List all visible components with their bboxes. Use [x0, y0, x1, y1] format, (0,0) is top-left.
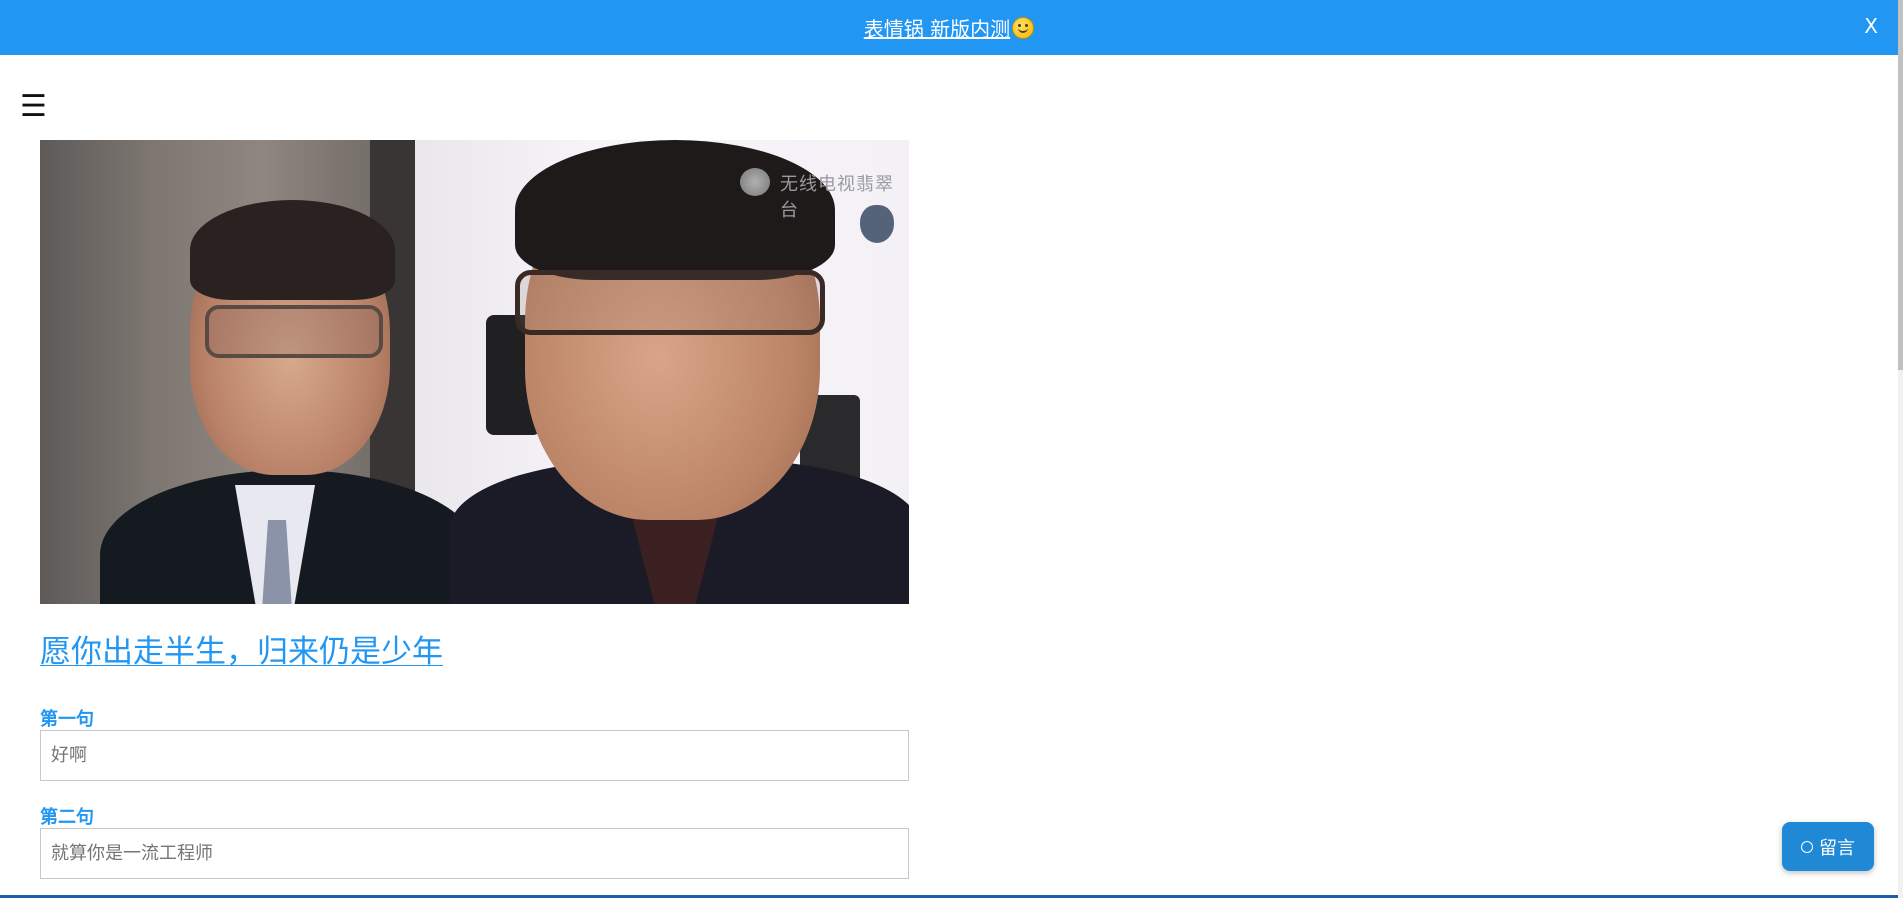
meme-image: 无线电视翡翠台 [40, 140, 909, 604]
second-line-input[interactable] [40, 828, 909, 879]
close-banner-button[interactable]: X [1864, 14, 1878, 38]
first-line-label: 第一句 [40, 709, 94, 730]
comment-button[interactable]: 留言 [1782, 822, 1874, 871]
apple-logo-icon [860, 205, 894, 243]
second-line-label: 第二句 [40, 807, 94, 828]
meme-title-link[interactable]: 愿你出走半生，归来仍是少年 [40, 626, 443, 671]
circle-icon [1801, 840, 1813, 853]
page-scrollbar[interactable] [1898, 0, 1903, 898]
first-line-input[interactable] [40, 730, 909, 781]
smiling-face-icon [1012, 16, 1035, 39]
tv-logo-icon [740, 168, 770, 196]
hamburger-menu-icon[interactable]: ☰ [20, 92, 47, 122]
promo-text: 表情锅 新版内测 [863, 17, 1011, 41]
announcement-banner: 表情锅 新版内测 X [0, 0, 1898, 55]
scrollbar-thumb[interactable] [1898, 0, 1903, 370]
promo-link[interactable]: 表情锅 新版内测 [863, 13, 1035, 42]
comment-label: 留言 [1819, 837, 1855, 859]
